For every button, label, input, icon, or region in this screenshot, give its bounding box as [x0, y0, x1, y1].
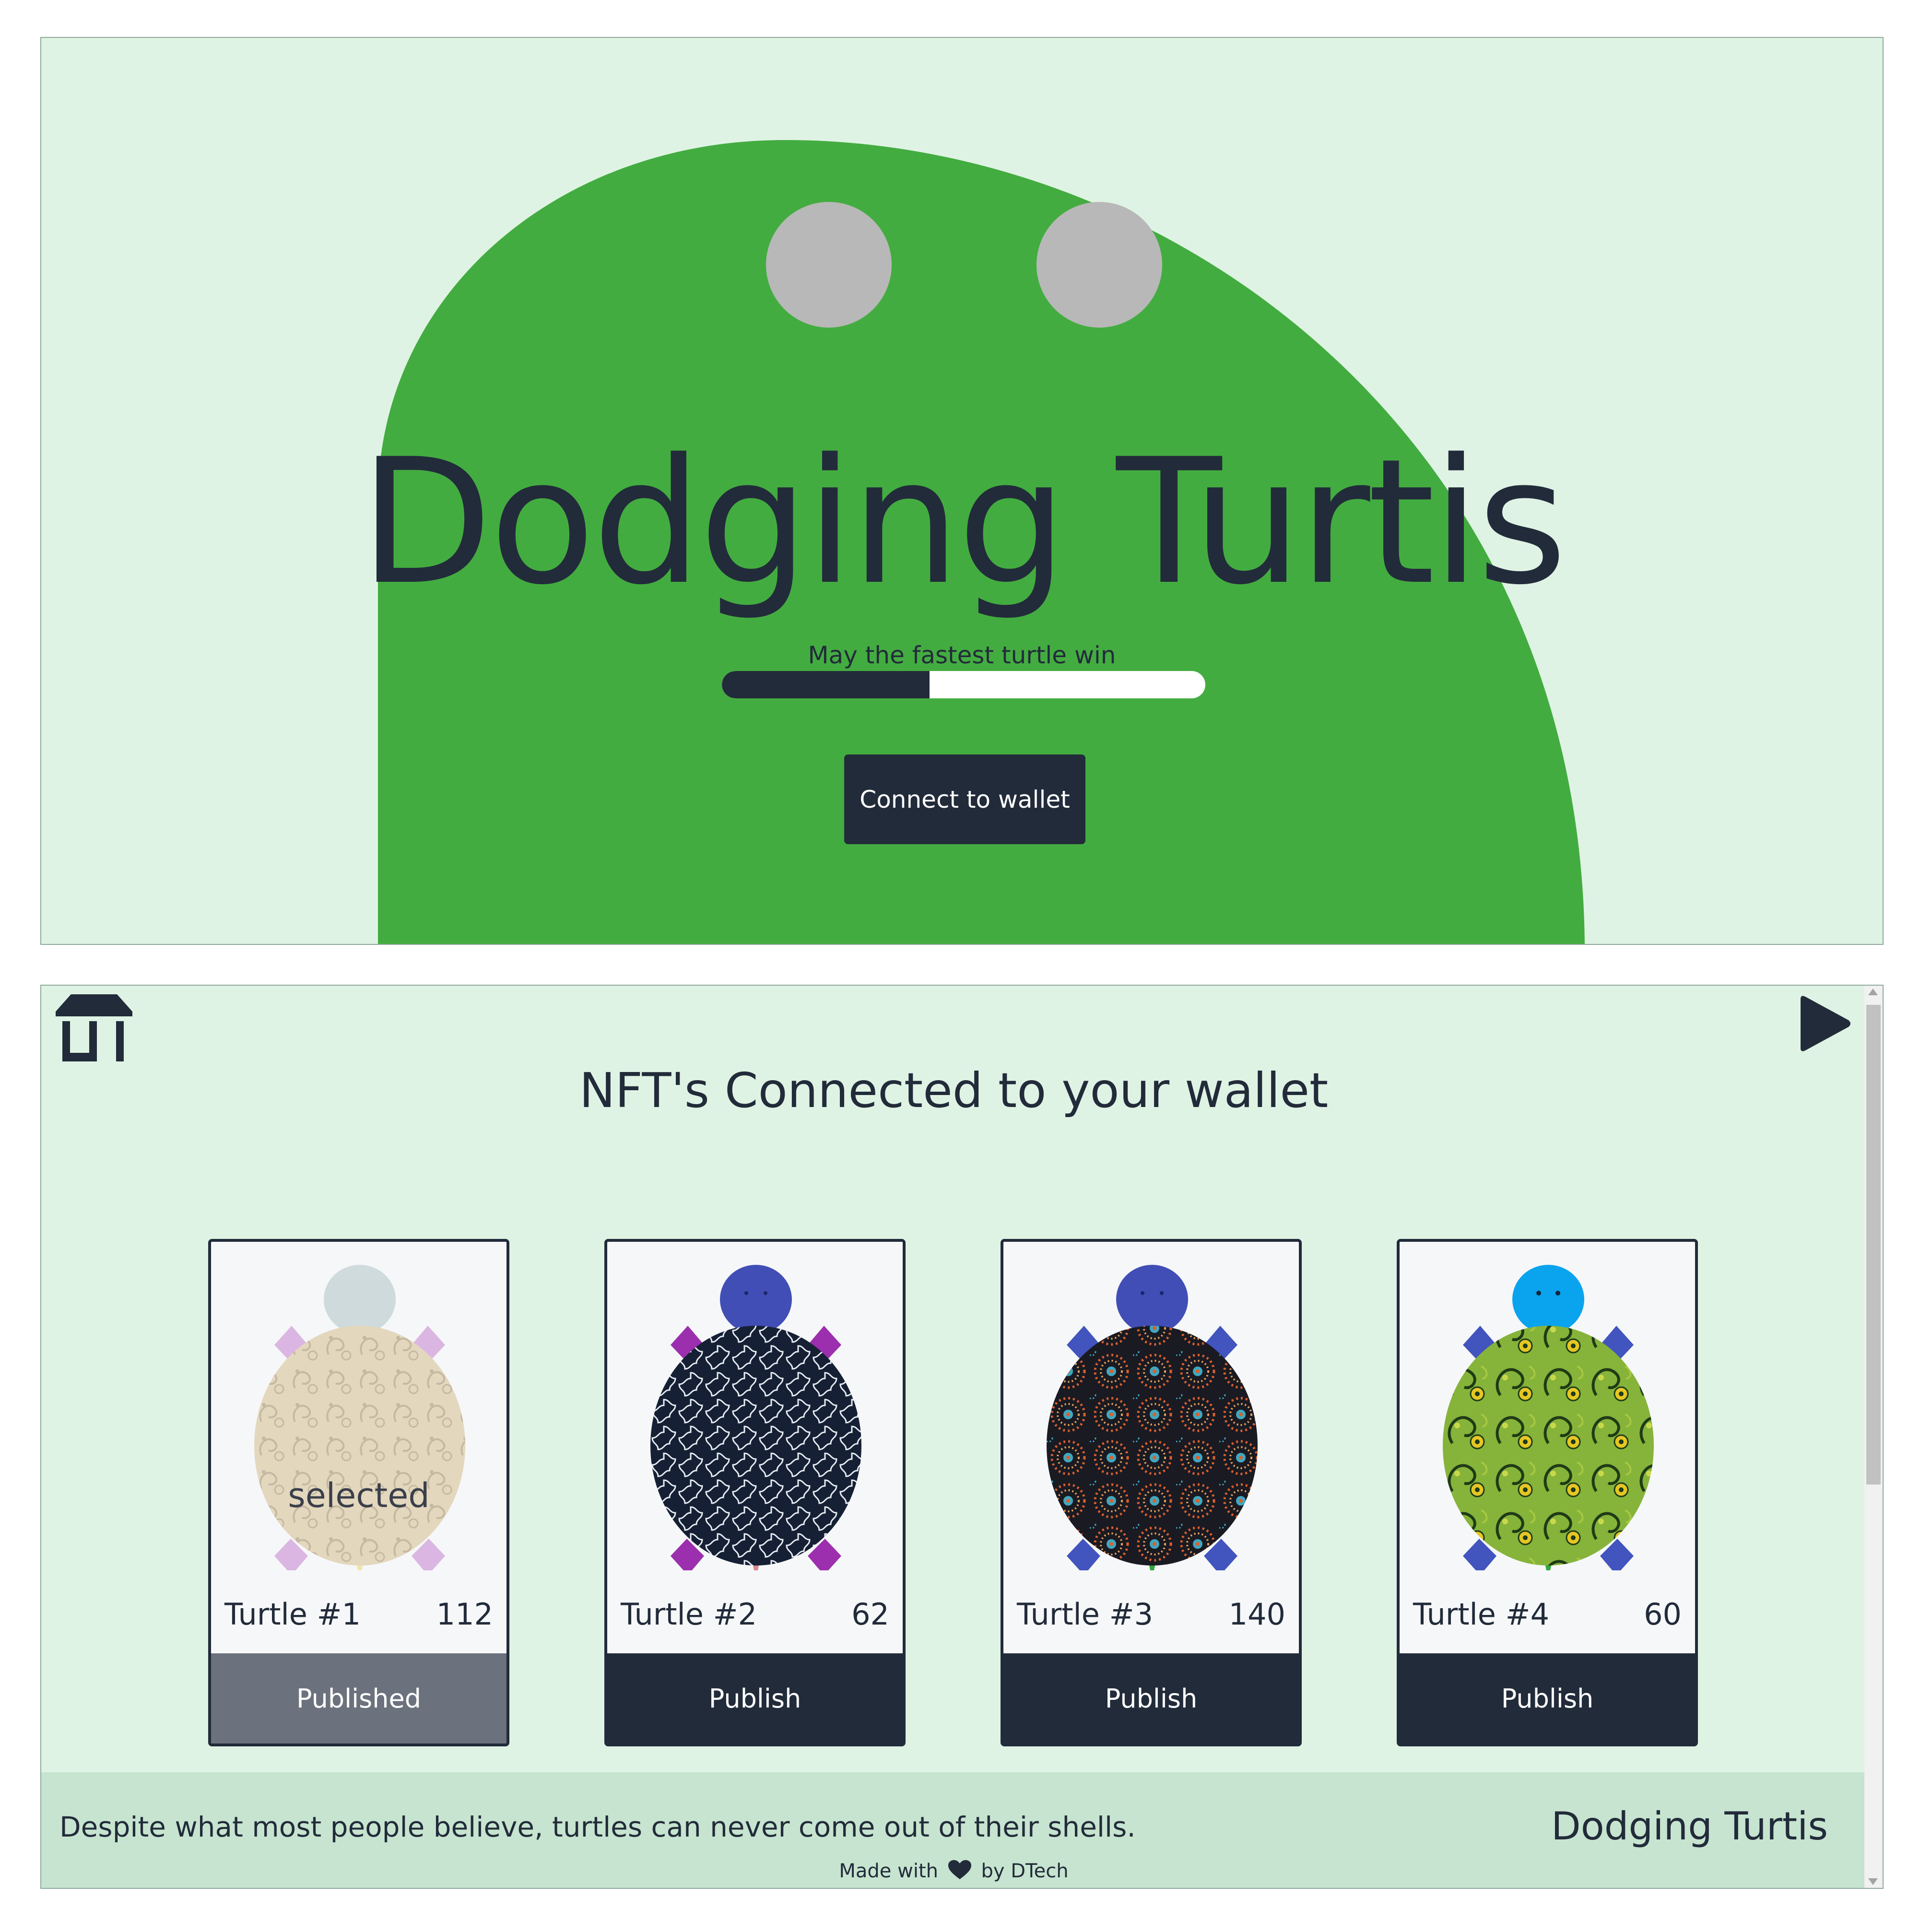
heart-icon [948, 1860, 971, 1879]
right-eye [1037, 202, 1162, 328]
turtle-score: 112 [436, 1597, 493, 1632]
publish-button[interactable]: Publish [1003, 1653, 1299, 1744]
scroll-up-arrow-icon[interactable] [1868, 989, 1878, 995]
selected-badge: selected [288, 1476, 430, 1515]
nft-section-title: NFT's Connected to your wallet [579, 1062, 1329, 1119]
published-button[interactable]: Published [211, 1653, 507, 1744]
made-with-prefix: Made with [839, 1860, 938, 1882]
turtle-2-image [650, 1265, 861, 1570]
game-tagline: May the fastest turtle win [808, 641, 1116, 669]
nft-card-turtle-2[interactable]: Turtle #2 62 Publish [604, 1239, 906, 1746]
connect-wallet-button[interactable]: Connect to wallet [844, 754, 1085, 844]
footer: Despite what most people believe, turtle… [41, 1772, 1866, 1888]
turtle-score: 62 [851, 1597, 889, 1632]
loading-progress-bar [722, 671, 1205, 698]
hero-panel: Dodging Turtis May the fastest turtle wi… [40, 37, 1884, 945]
turtle-score: 140 [1228, 1597, 1285, 1632]
turtle-4-image [1443, 1265, 1654, 1570]
nft-card-turtle-4[interactable]: Turtle #4 60 Publish [1397, 1239, 1698, 1746]
nft-card-turtle-1[interactable]: selected Turtle #1 112 Published [208, 1239, 509, 1746]
turtle-name: Turtle #1 [224, 1597, 361, 1632]
store-icon[interactable] [56, 994, 132, 1061]
game-title: Dodging Turtis [359, 422, 1567, 623]
turtle-score: 60 [1644, 1597, 1682, 1632]
scrollbar[interactable] [1864, 986, 1883, 1888]
publish-button[interactable]: Publish [607, 1653, 903, 1744]
turtle-name: Turtle #2 [621, 1597, 757, 1632]
publish-button[interactable]: Publish [1400, 1653, 1695, 1744]
left-eye [766, 202, 892, 328]
nft-card-turtle-3[interactable]: Turtle #3 140 Publish [1001, 1239, 1302, 1746]
turtle-name: Turtle #3 [1017, 1597, 1154, 1632]
scroll-down-arrow-icon[interactable] [1868, 1878, 1878, 1885]
turtle-fact: Despite what most people believe, turtle… [59, 1811, 1136, 1843]
turtle-3-image [1047, 1265, 1258, 1570]
footer-brand: Dodging Turtis [1551, 1804, 1828, 1849]
made-with-suffix: by DTech [981, 1860, 1069, 1882]
wallet-panel: NFT's Connected to your wallet selected … [40, 985, 1884, 1889]
turtle-1-image [254, 1265, 465, 1570]
play-icon[interactable] [1796, 992, 1853, 1055]
made-with-credit: Made with by DTech [41, 1860, 1866, 1882]
progress-fill [722, 671, 930, 698]
scrollbar-thumb[interactable] [1866, 1005, 1881, 1484]
turtle-name: Turtle #4 [1413, 1597, 1550, 1632]
